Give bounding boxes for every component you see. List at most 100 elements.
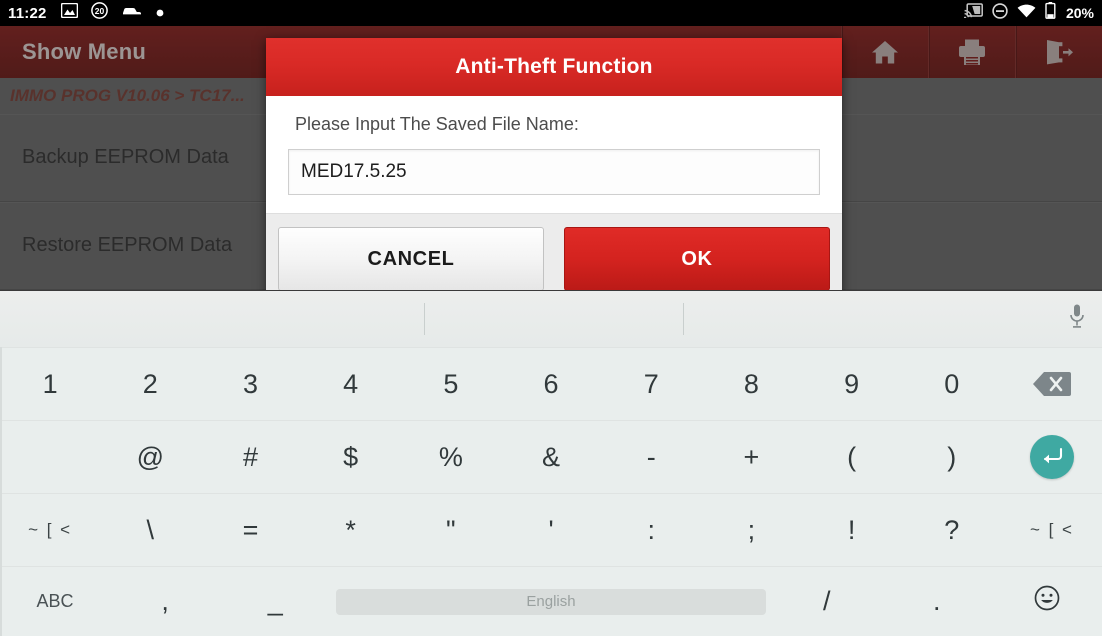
key-label: = [242, 514, 259, 545]
key-label: , [161, 586, 169, 616]
key-emoji[interactable] [992, 567, 1102, 636]
key-label: ; [747, 514, 756, 545]
wifi-icon [1017, 4, 1036, 23]
space-label: English [336, 588, 766, 615]
key-question[interactable]: ? [902, 494, 1002, 566]
key-label: ( [847, 441, 857, 472]
keyboard-row-symbols-2: ~ [ < \ = * " ' : ; ! ? ~ [ < [0, 494, 1102, 566]
key-6[interactable]: 6 [501, 348, 601, 420]
key-symbol-shift-left[interactable]: ~ [ < [0, 494, 100, 566]
do-not-disturb-icon [992, 2, 1008, 24]
key-paren-open[interactable]: ( [802, 421, 902, 493]
ok-button[interactable]: OK [564, 227, 830, 291]
key-hash[interactable]: # [200, 421, 300, 493]
key-ampersand[interactable]: & [501, 421, 601, 493]
key-percent[interactable]: % [401, 421, 501, 493]
key-blank-left[interactable] [0, 421, 100, 493]
printer-icon [957, 38, 987, 66]
key-label: " [446, 514, 456, 545]
dialog-title: Anti-Theft Function [266, 38, 842, 96]
key-label: 8 [743, 368, 759, 399]
key-label: 6 [543, 368, 559, 399]
cancel-button[interactable]: CANCEL [278, 227, 544, 291]
device-screen: 11:22 20 20% Show Menu IMMO PROG V10.06 … [0, 0, 1102, 636]
key-double-quote[interactable]: " [401, 494, 501, 566]
key-label: . [933, 586, 941, 616]
key-2[interactable]: 2 [100, 348, 200, 420]
key-single-quote[interactable]: ' [501, 494, 601, 566]
key-underscore[interactable]: _ [220, 567, 330, 636]
keyboard-left-edge [0, 347, 2, 636]
key-label: + [743, 441, 760, 472]
key-abc-mode[interactable]: ABC [0, 567, 110, 636]
keyboard-row-bottom: ABC , _ English / . [0, 567, 1102, 636]
key-label: _ [267, 586, 283, 616]
enter-icon [1029, 435, 1074, 479]
key-at[interactable]: @ [100, 421, 200, 493]
key-4[interactable]: 4 [301, 348, 401, 420]
anti-theft-dialog: Anti-Theft Function Please Input The Sav… [266, 38, 842, 305]
key-label: & [542, 441, 561, 472]
suggestion-divider [424, 303, 425, 335]
key-5[interactable]: 5 [401, 348, 501, 420]
key-label: : [647, 514, 655, 545]
key-label: @ [136, 441, 164, 472]
print-button[interactable] [928, 26, 1015, 78]
key-backslash[interactable]: \ [100, 494, 200, 566]
key-label: % [438, 441, 463, 472]
key-hyphen[interactable]: - [601, 421, 701, 493]
key-label: 5 [443, 368, 459, 399]
key-label: ' [548, 514, 554, 545]
key-label: 7 [643, 368, 659, 399]
key-9[interactable]: 9 [802, 348, 902, 420]
key-space[interactable]: English [330, 567, 771, 636]
key-1[interactable]: 1 [0, 348, 100, 420]
battery-icon [1045, 2, 1056, 24]
key-8[interactable]: 8 [701, 348, 801, 420]
key-backspace[interactable] [1002, 348, 1102, 420]
dialog-body: Please Input The Saved File Name: [266, 96, 842, 195]
list-item-label: Backup EEPROM Data [22, 146, 229, 168]
key-label: - [646, 441, 656, 472]
suggestion-bar[interactable] [0, 291, 1102, 348]
key-dollar[interactable]: $ [301, 421, 401, 493]
key-label: 2 [142, 368, 158, 399]
key-label: ~ [ < [28, 520, 73, 539]
exit-button[interactable] [1015, 26, 1102, 78]
key-enter[interactable] [1002, 421, 1102, 493]
key-label: 9 [844, 368, 860, 399]
key-label: / [822, 586, 831, 616]
key-plus[interactable]: + [701, 421, 801, 493]
key-label: ABC [36, 591, 74, 611]
key-0[interactable]: 0 [902, 348, 1002, 420]
key-label: ! [847, 514, 856, 545]
status-bar: 11:22 20 20% [0, 0, 1102, 26]
key-equals[interactable]: = [200, 494, 300, 566]
home-button[interactable] [841, 26, 928, 78]
key-label: ) [947, 441, 957, 472]
dot-icon [156, 4, 164, 22]
key-colon[interactable]: : [601, 494, 701, 566]
microphone-icon[interactable] [1068, 304, 1086, 335]
key-label: 1 [42, 368, 58, 399]
suggestion-divider [683, 303, 684, 335]
key-3[interactable]: 3 [200, 348, 300, 420]
key-semicolon[interactable]: ; [701, 494, 801, 566]
key-symbol-shift-right[interactable]: ~ [ < [1002, 494, 1102, 566]
key-paren-close[interactable]: ) [902, 421, 1002, 493]
photo-icon [60, 2, 78, 23]
key-label: 0 [944, 368, 960, 399]
key-slash[interactable]: / [772, 567, 882, 636]
key-7[interactable]: 7 [601, 348, 701, 420]
cast-icon [963, 3, 983, 23]
key-comma[interactable]: , [110, 567, 220, 636]
key-exclamation[interactable]: ! [802, 494, 902, 566]
key-label: * [345, 514, 356, 545]
key-label: 3 [242, 368, 258, 399]
key-label: ~ [ < [1029, 520, 1074, 539]
file-name-input[interactable] [288, 149, 820, 195]
key-period[interactable]: . [882, 567, 992, 636]
emoji-icon [1034, 585, 1060, 618]
home-icon [870, 39, 900, 66]
key-asterisk[interactable]: * [301, 494, 401, 566]
